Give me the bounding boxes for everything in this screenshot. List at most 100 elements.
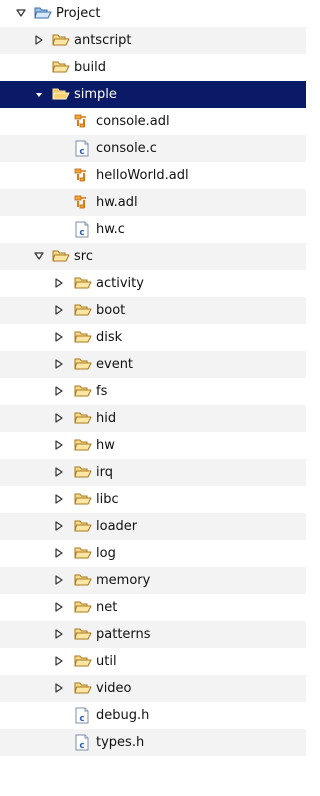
adl-file-icon — [74, 194, 92, 211]
tree-item-folder[interactable]: activity — [0, 270, 306, 297]
tree-item-label: log — [96, 546, 116, 561]
tree-item-file[interactable]: c debug.h — [0, 702, 306, 729]
c-file-icon: c — [74, 140, 92, 157]
tree-item-folder[interactable]: patterns — [0, 621, 306, 648]
tree-item-folder[interactable]: irq — [0, 459, 306, 486]
tree-item-folder[interactable]: fs — [0, 378, 306, 405]
tree-item-folder[interactable]: video — [0, 675, 306, 702]
tree-item-folder[interactable]: libc — [0, 486, 306, 513]
folder-icon — [74, 275, 92, 292]
expand-toggle[interactable] — [54, 594, 66, 621]
expand-toggle[interactable] — [54, 486, 66, 513]
chevron-right-icon — [55, 467, 63, 477]
chevron-right-icon — [55, 305, 63, 315]
tree-item-label: boot — [96, 303, 126, 318]
folder-icon — [74, 520, 92, 532]
folder-icon — [74, 437, 92, 454]
expand-toggle[interactable] — [54, 351, 66, 378]
chevron-right-icon — [55, 521, 63, 531]
tree-item-label: fs — [96, 384, 108, 399]
expand-toggle[interactable] — [54, 324, 66, 351]
c-file-icon: c — [75, 734, 89, 751]
tree-item-label: types.h — [96, 735, 145, 750]
tree-item-folder[interactable]: loader — [0, 513, 306, 540]
expand-toggle[interactable] — [54, 621, 66, 648]
expand-toggle[interactable] — [54, 648, 66, 675]
expand-toggle[interactable] — [54, 459, 66, 486]
tree-item-label: build — [74, 60, 106, 75]
expand-toggle[interactable] — [54, 675, 66, 702]
tree-item-antscript[interactable]: antscript — [0, 27, 306, 54]
c-file-icon: c — [74, 707, 92, 724]
folder-icon — [52, 32, 70, 49]
folder-icon — [52, 59, 70, 76]
expand-toggle[interactable] — [54, 270, 66, 297]
tree-item-folder[interactable]: util — [0, 648, 306, 675]
chevron-right-icon — [55, 440, 63, 450]
expand-toggle[interactable] — [54, 297, 66, 324]
c-file-icon: c — [75, 707, 89, 724]
tree-item-file[interactable]: console.adl — [0, 108, 306, 135]
folder-icon — [74, 412, 92, 424]
adl-file-icon — [74, 195, 86, 209]
folder-icon — [74, 464, 92, 481]
folder-icon — [52, 250, 70, 262]
tree-item-src[interactable]: src — [0, 243, 306, 270]
tree-item-label: antscript — [74, 33, 132, 48]
tree-item-simple[interactable]: simple — [0, 81, 306, 108]
tree-item-file[interactable]: helloWorld.adl — [0, 162, 306, 189]
folder-icon — [74, 329, 92, 346]
tree-item-folder[interactable]: boot — [0, 297, 306, 324]
tree-item-label: Project — [56, 6, 101, 21]
chevron-right-icon — [55, 494, 63, 504]
folder-open-icon — [52, 86, 70, 103]
tree-item-project[interactable]: Project — [0, 0, 306, 27]
tree-item-label: hw.adl — [96, 195, 138, 210]
chevron-right-icon — [55, 548, 63, 558]
tree-item-label: hid — [96, 411, 117, 426]
c-file-icon: c — [75, 221, 89, 238]
folder-icon — [74, 331, 92, 343]
chevron-right-icon — [55, 656, 63, 666]
svg-text:c: c — [79, 147, 84, 157]
tree-item-file[interactable]: hw.adl — [0, 189, 306, 216]
folder-icon — [52, 34, 70, 46]
collapse-toggle[interactable] — [34, 243, 46, 270]
tree-item-build[interactable]: build — [0, 54, 306, 81]
tree-item-folder[interactable]: event — [0, 351, 306, 378]
tree-item-label: activity — [96, 276, 144, 291]
expand-toggle[interactable] — [54, 540, 66, 567]
folder-icon — [74, 682, 92, 694]
folder-icon — [74, 545, 92, 562]
tree-item-label: disk — [96, 330, 123, 345]
expand-toggle[interactable] — [54, 567, 66, 594]
expand-toggle[interactable] — [54, 405, 66, 432]
collapse-toggle[interactable] — [16, 0, 28, 27]
expand-toggle[interactable] — [54, 432, 66, 459]
chevron-right-icon — [55, 386, 63, 396]
c-file-icon: c — [74, 221, 92, 238]
tree-item-folder[interactable]: log — [0, 540, 306, 567]
tree-item-folder[interactable]: hw — [0, 432, 306, 459]
folder-icon — [74, 574, 92, 586]
tree-item-folder[interactable]: net — [0, 594, 306, 621]
chevron-right-icon — [55, 332, 63, 342]
expand-toggle[interactable] — [34, 27, 46, 54]
tree-item-folder[interactable]: memory — [0, 567, 306, 594]
tree-item-folder[interactable]: disk — [0, 324, 306, 351]
chevron-right-icon — [55, 575, 63, 585]
tree-item-folder[interactable]: hid — [0, 405, 306, 432]
adl-file-icon — [74, 113, 92, 130]
adl-file-icon — [74, 114, 86, 128]
collapse-toggle[interactable] — [34, 81, 46, 108]
chevron-right-icon — [55, 413, 63, 423]
expand-toggle[interactable] — [54, 513, 66, 540]
folder-icon — [74, 493, 92, 505]
folder-icon — [74, 601, 92, 613]
tree-item-file[interactable]: c console.c — [0, 135, 306, 162]
expand-toggle[interactable] — [54, 378, 66, 405]
tree-item-file[interactable]: c hw.c — [0, 216, 306, 243]
svg-text:c: c — [79, 741, 84, 751]
folder-icon — [74, 628, 92, 640]
tree-item-file[interactable]: c types.h — [0, 729, 306, 756]
